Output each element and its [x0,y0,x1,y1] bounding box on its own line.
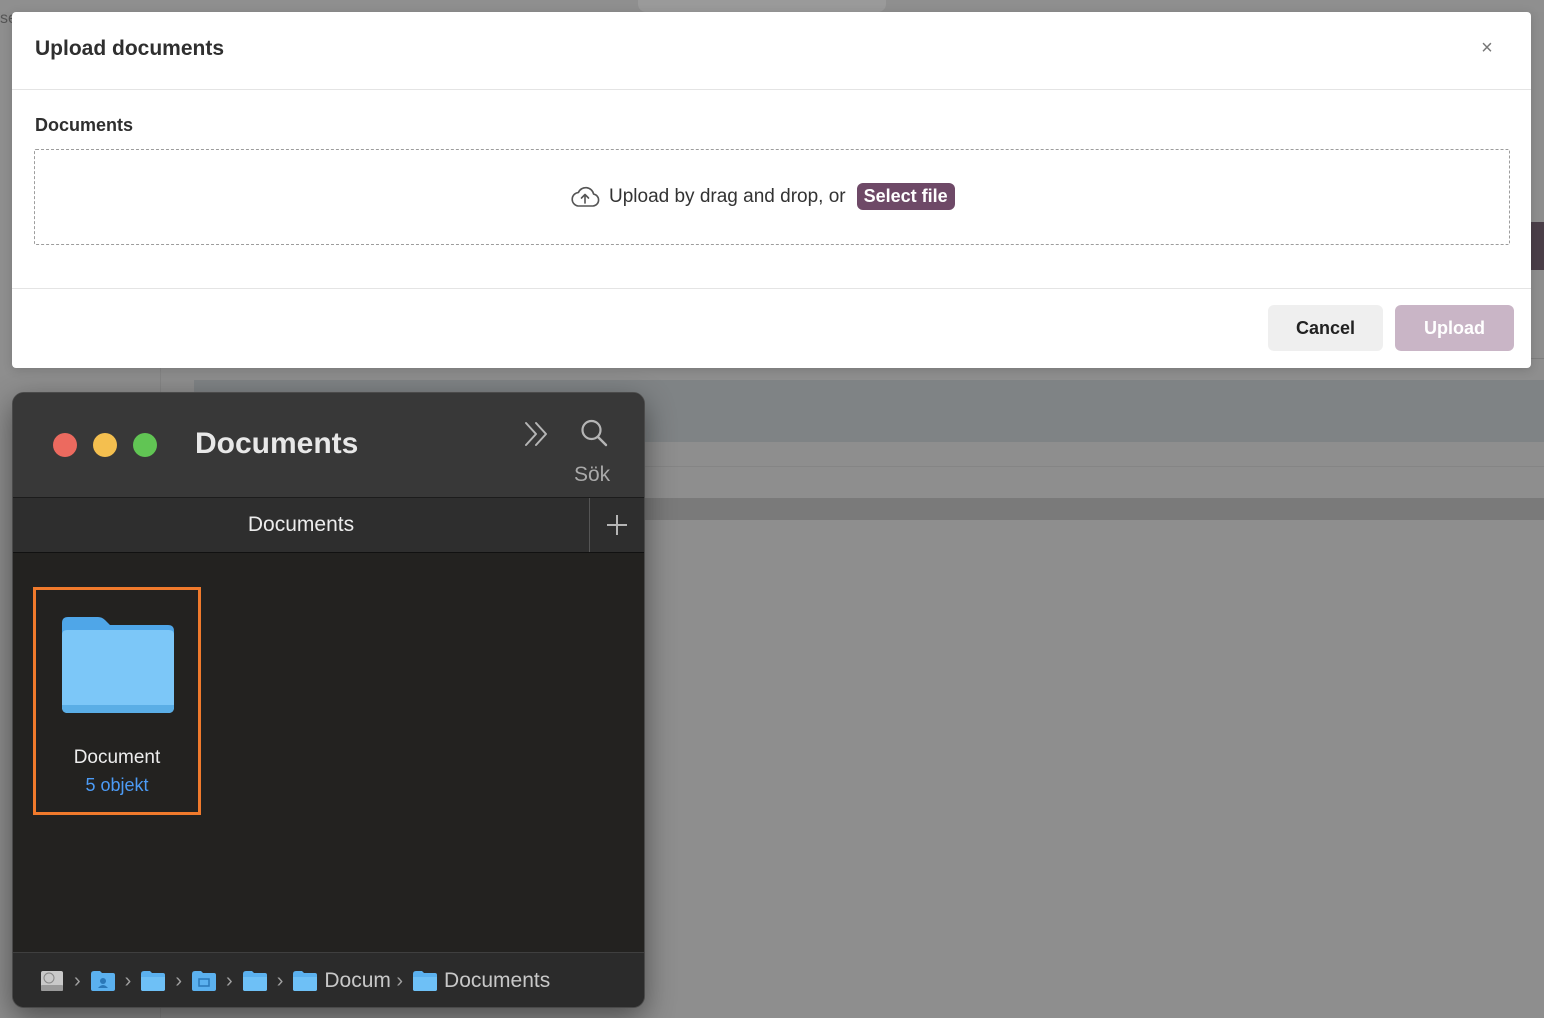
path-separator: › [74,970,81,992]
dropzone-text: Upload by drag and drop, or [609,185,846,207]
folder-item-document[interactable]: Document 5 objekt [33,587,201,815]
home-folder-icon [90,971,115,991]
folder-icon [141,971,166,991]
cloud-upload-icon [571,186,600,207]
background-divider [1531,358,1544,359]
path-item-documents-truncated[interactable]: Docum [292,969,394,993]
documents-field-label: Documents [35,115,134,135]
close-icon[interactable]: × [1477,38,1497,58]
folder-icon [62,617,174,713]
folder-icon [242,971,267,991]
new-tab-button[interactable] [590,498,644,552]
folder-item-count: 5 objekt [85,775,149,795]
finder-toolbar: Documents Sök [13,393,644,497]
file-dropzone[interactable]: Upload by drag and drop, or Select file [34,149,1510,245]
finder-path-bar: › › › › › Docum › Documents [13,952,644,1007]
path-item-documents[interactable]: Documents [412,969,550,993]
path-item-label: Documents [444,969,551,992]
modal-header: Upload documents × [12,12,1531,90]
double-chevron-right-icon[interactable] [523,419,551,449]
zoom-window-button[interactable] [133,433,157,457]
finder-window: Documents Sök Documents Document 5 objek… [12,392,645,1008]
path-separator: › [124,970,132,992]
finder-title: Documents [195,427,359,460]
tab-documents[interactable]: Documents [13,498,589,552]
modal-title: Upload documents [35,37,225,60]
path-item-home[interactable] [90,970,116,992]
search-icon[interactable] [580,418,608,448]
close-window-button[interactable] [53,433,77,457]
hard-drive-icon [41,971,63,991]
folder-icon [413,971,438,991]
path-separator: › [175,970,183,992]
path-item-label: Docum [324,969,391,992]
background-tab [638,0,886,12]
upload-button[interactable]: Upload [1395,305,1514,351]
path-item-folder[interactable] [242,970,268,992]
search-label: Sök [574,463,611,486]
cancel-button[interactable]: Cancel [1268,305,1383,351]
folder-icon [293,971,318,991]
minimize-window-button[interactable] [93,433,117,457]
background-button-edge [1531,222,1544,270]
folder-name: Document [73,747,161,768]
desktop-folder-icon [192,971,217,991]
modal-footer-divider [12,288,1531,289]
select-file-button[interactable]: Select file [856,183,955,210]
path-separator: › [276,970,284,992]
upload-documents-modal: Upload documents × Documents Upload by d… [12,12,1531,368]
finder-tab-bar: Documents [13,497,644,553]
finder-content: Document 5 objekt [13,553,644,951]
path-item-hard-drive[interactable] [39,968,65,994]
plus-icon [607,515,627,535]
path-item-folder[interactable] [140,970,166,992]
background-row [640,498,1544,520]
path-separator: › [226,970,233,992]
path-item-desktop[interactable] [191,970,217,992]
path-separator: › [396,970,404,992]
